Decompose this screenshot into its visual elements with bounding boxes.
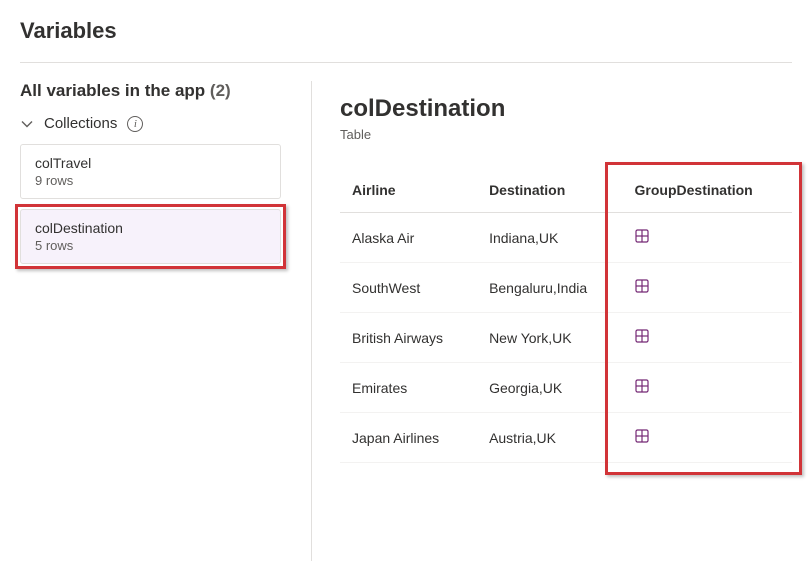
col-header-airline[interactable]: Airline: [340, 172, 477, 213]
table-row[interactable]: British AirwaysNew York,UK: [340, 313, 792, 363]
table-icon: [635, 429, 649, 443]
table-row[interactable]: Japan AirlinesAustria,UK: [340, 413, 792, 463]
table-icon: [635, 329, 649, 343]
cell-airline: Emirates: [340, 363, 477, 413]
cell-destination: New York,UK: [477, 313, 622, 363]
collection-name: colDestination: [35, 220, 266, 236]
page-title: Variables: [20, 18, 792, 44]
panel-subhead: All variables in the app (2): [20, 81, 281, 101]
col-header-destination[interactable]: Destination: [477, 172, 622, 213]
table-icon: [635, 279, 649, 293]
info-icon[interactable]: i: [127, 116, 143, 132]
cell-airline: SouthWest: [340, 263, 477, 313]
collection-rowcount: 5 rows: [35, 238, 266, 253]
col-header-groupdestination[interactable]: GroupDestination: [623, 172, 792, 213]
collection-name: colTravel: [35, 155, 266, 171]
cell-groupdestination: [623, 413, 792, 463]
variables-panel: All variables in the app (2) Collections…: [20, 81, 312, 561]
table-wrap: Airline Destination GroupDestination Ala…: [340, 172, 792, 463]
cell-groupdestination: [623, 213, 792, 263]
cell-groupdestination: [623, 363, 792, 413]
chevron-down-icon: [20, 117, 34, 131]
detail-panel: colDestination Table Airline Destination…: [312, 81, 792, 463]
collection-rowcount: 9 rows: [35, 173, 266, 188]
cell-destination: Austria,UK: [477, 413, 622, 463]
divider: [20, 62, 792, 63]
collection-item-coldestination[interactable]: colDestination 5 rows: [20, 209, 281, 264]
table-row[interactable]: Alaska AirIndiana,UK: [340, 213, 792, 263]
cell-destination: Bengaluru,India: [477, 263, 622, 313]
subhead-text: All variables in the app: [20, 81, 205, 100]
cell-airline: Alaska Air: [340, 213, 477, 263]
cell-groupdestination: [623, 263, 792, 313]
table-icon: [635, 229, 649, 243]
collection-item-coltravel[interactable]: colTravel 9 rows: [20, 144, 281, 199]
data-table: Airline Destination GroupDestination Ala…: [340, 172, 792, 463]
section-label: Collections: [44, 115, 117, 132]
collections-header[interactable]: Collections i: [20, 115, 281, 132]
cell-destination: Indiana,UK: [477, 213, 622, 263]
cell-groupdestination: [623, 313, 792, 363]
table-icon: [635, 379, 649, 393]
detail-title: colDestination: [340, 81, 792, 123]
cell-destination: Georgia,UK: [477, 363, 622, 413]
detail-subtitle: Table: [340, 127, 792, 142]
cell-airline: British Airways: [340, 313, 477, 363]
cell-airline: Japan Airlines: [340, 413, 477, 463]
table-row[interactable]: SouthWestBengaluru,India: [340, 263, 792, 313]
variable-count: (2): [210, 81, 231, 100]
table-row[interactable]: EmiratesGeorgia,UK: [340, 363, 792, 413]
